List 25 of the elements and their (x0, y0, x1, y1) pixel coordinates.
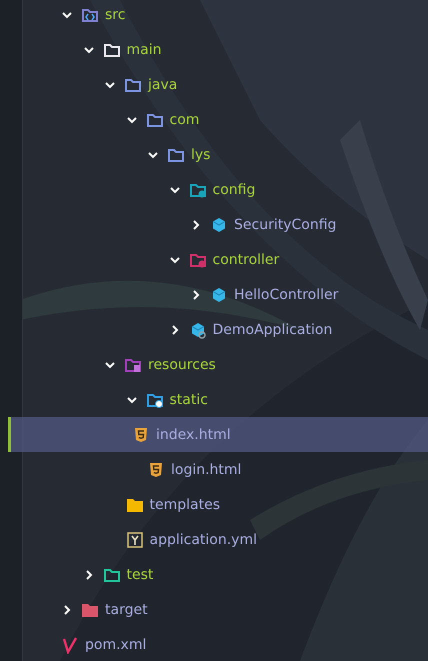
maven-icon (61, 636, 79, 654)
html-icon (147, 460, 165, 478)
tree-item[interactable]: controller (23, 242, 428, 277)
tree-item[interactable]: src (23, 0, 428, 32)
tree-item[interactable]: application.yml (23, 522, 428, 557)
tree-item[interactable]: pom.xml (23, 627, 428, 661)
tree-item[interactable]: config (23, 172, 428, 207)
cube-icon (210, 286, 228, 304)
tree-item[interactable]: resources (23, 347, 428, 382)
tree-item[interactable]: HelloController (23, 277, 428, 312)
tree-item[interactable]: login.html (23, 452, 428, 487)
cube-icon (210, 216, 228, 234)
yaml-icon (126, 530, 144, 548)
tree-item[interactable]: lys (23, 137, 428, 172)
tree-item[interactable]: main (23, 32, 428, 67)
html-icon (132, 426, 150, 444)
tree-item[interactable]: static (23, 382, 428, 417)
tree-item[interactable]: templates (23, 487, 428, 522)
tree-item[interactable]: SecurityConfig (23, 207, 428, 242)
tree-item[interactable]: DemoApplication (23, 312, 428, 347)
tree-item[interactable]: test (23, 557, 428, 592)
tree-item[interactable]: java (23, 67, 428, 102)
tree-item[interactable]: target (23, 592, 428, 627)
tree-item[interactable]: index.html (8, 417, 428, 452)
tree-item[interactable]: com (23, 102, 428, 137)
